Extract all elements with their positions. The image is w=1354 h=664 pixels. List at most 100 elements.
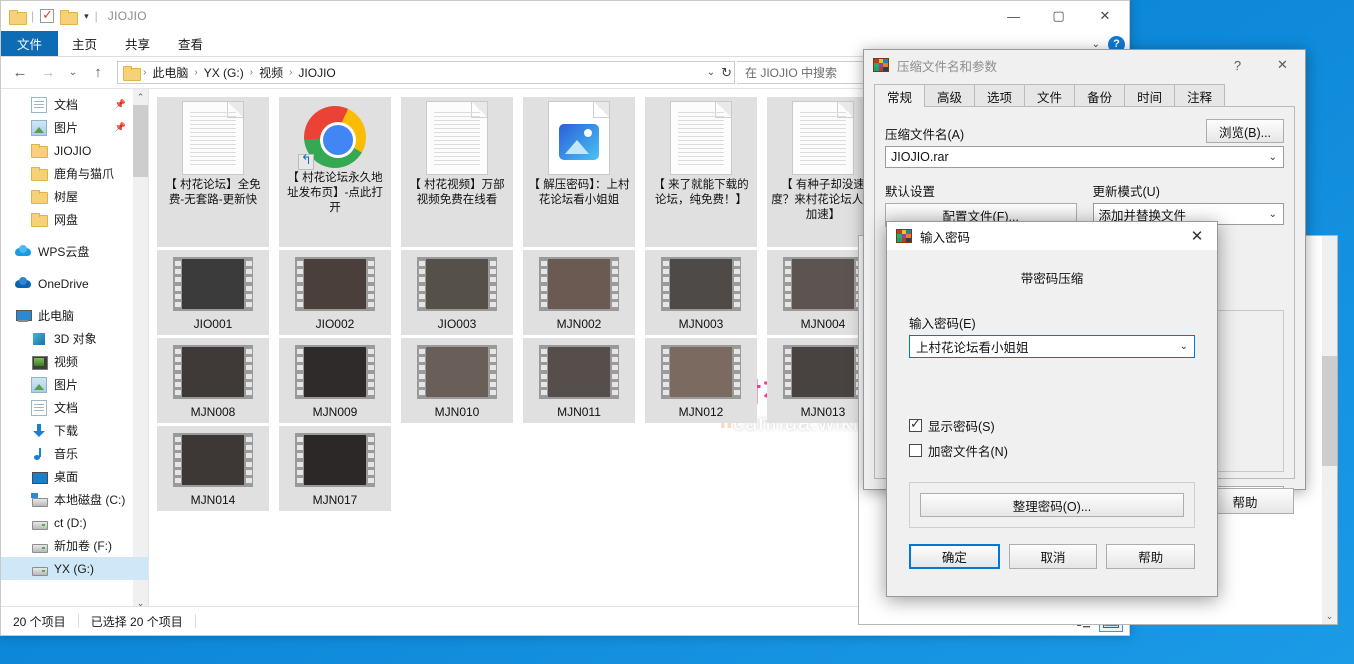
video-tile[interactable]: JIO001 [157, 250, 269, 335]
sidebar-item-yxg-19[interactable]: YX (G:) [1, 557, 148, 580]
sidebar-item-3d-9[interactable]: 3D 对象 [1, 327, 148, 350]
video-tile[interactable]: MJN010 [401, 338, 513, 423]
file-tile[interactable]: 【 村花论坛】全免费-无套路-更新快 [157, 97, 269, 247]
forward-button[interactable]: → [35, 61, 61, 85]
sidebar-item-wps-6[interactable]: WPS云盘 [1, 240, 148, 263]
sidebar-item--10[interactable]: 视频 [1, 350, 148, 373]
sidebar-item--4[interactable]: 树屋 [1, 185, 148, 208]
breadcrumb-this-pc[interactable]: 此电脑 [150, 64, 190, 81]
shortcut-arrow-icon [298, 154, 314, 170]
file-tile[interactable]: 【 村花论坛永久地址发布页】-点此打开 [279, 97, 391, 247]
sidebar-item--0[interactable]: 文档 📌 [1, 93, 148, 116]
chevron-down-icon[interactable]: ⌄ [1092, 39, 1100, 50]
breadcrumb-videos[interactable]: 视频 [257, 64, 285, 81]
sidebar-item--1[interactable]: 图片 📌 [1, 116, 148, 139]
sidebar-item--8[interactable]: 此电脑 [1, 304, 148, 327]
properties-check-icon[interactable] [40, 7, 55, 23]
tab-share[interactable]: 共享 [111, 31, 164, 56]
breadcrumb-drive[interactable]: YX (G:) [202, 66, 246, 80]
ok-button[interactable]: 确定 [909, 544, 1000, 569]
chevron-down-icon[interactable]: ⌄ [1269, 209, 1277, 220]
tab-file[interactable]: 文件 [1, 31, 59, 56]
video-tile[interactable]: MJN014 [157, 426, 269, 511]
folder-icon[interactable] [9, 9, 27, 25]
winrar-tab-时间[interactable]: 时间 [1124, 84, 1176, 107]
video-tile[interactable]: MJN008 [157, 338, 269, 423]
video-name-label: JIO003 [437, 317, 477, 331]
video-frame [670, 347, 732, 397]
organize-passwords-button[interactable]: 整理密码(O)... [920, 493, 1184, 517]
sidebar-item-label: YX (G:) [54, 561, 95, 576]
winrar-tab-高级[interactable]: 高级 [924, 84, 976, 107]
minimize-button[interactable]: — [991, 1, 1036, 31]
winrar-tab-选项[interactable]: 选项 [974, 84, 1026, 107]
video-tile[interactable]: MJN009 [279, 338, 391, 423]
sidebar-item-ctd-17[interactable]: ct (D:) [1, 511, 148, 534]
sidebar-item--14[interactable]: 音乐 [1, 442, 148, 465]
chevron-down-icon[interactable]: ⌄ [1180, 341, 1188, 352]
refresh-icon[interactable]: ↻ [721, 65, 732, 81]
video-tile[interactable]: MJN012 [645, 338, 757, 423]
sidebar-item-label: 音乐 [54, 447, 79, 461]
video-tile[interactable]: JIO003 [401, 250, 513, 335]
sidebar-item--15[interactable]: 桌面 [1, 465, 148, 488]
video-tile[interactable]: JIO002 [279, 250, 391, 335]
sidebar-item-jiojio-2[interactable]: JIOJIO [1, 139, 148, 162]
sidebar-item-c-16[interactable]: 本地磁盘 (C:) [1, 488, 148, 511]
pin-icon[interactable]: 📌 [115, 99, 126, 110]
text-document-icon [182, 101, 244, 175]
video-tile[interactable]: MJN002 [523, 250, 635, 335]
winrar-tab-注释[interactable]: 注释 [1174, 84, 1226, 107]
recent-locations-button[interactable]: ⌄ [63, 61, 83, 85]
maximize-button[interactable]: ▢ [1036, 1, 1081, 31]
sidebar-item--3[interactable]: 鹿角与猫爪 [1, 162, 148, 185]
breadcrumb-current[interactable]: JIOJIO [296, 66, 337, 80]
close-icon[interactable]: ✕ [1177, 222, 1217, 250]
sidebar-item--12[interactable]: 文档 [1, 396, 148, 419]
video-tile[interactable]: MJN017 [279, 426, 391, 511]
video-tile[interactable]: MJN003 [645, 250, 757, 335]
chevron-down-icon[interactable]: ▾ [84, 11, 89, 22]
film-perforation-right [732, 345, 741, 399]
sidebar-item--5[interactable]: 网盘 [1, 208, 148, 231]
close-button[interactable]: ✕ [1260, 50, 1305, 80]
video-frame [548, 259, 610, 309]
winrar-tab-文件[interactable]: 文件 [1024, 84, 1076, 107]
status-divider [77, 614, 79, 628]
cancel-button[interactable]: 取消 [1008, 544, 1098, 569]
close-button[interactable]: ✕ [1081, 1, 1129, 31]
tab-view[interactable]: 查看 [164, 31, 217, 56]
chevron-down-icon[interactable]: ⌄ [1269, 152, 1277, 163]
sidebar-item-label: 图片 [54, 378, 79, 392]
winrar-tab-常规[interactable]: 常规 [874, 84, 926, 107]
show-password-checkbox[interactable] [909, 416, 922, 432]
show-password-row[interactable]: 显示密码(S) [909, 416, 1195, 435]
pin-icon[interactable]: 📌 [115, 122, 126, 133]
notepad-scrollbar[interactable]: ⌄ [1322, 236, 1337, 624]
tab-home[interactable]: 主页 [58, 31, 111, 56]
password-input[interactable]: 上村花论坛看小姐姐 ⌄ [909, 335, 1195, 358]
winrar-tab-备份[interactable]: 备份 [1074, 84, 1126, 107]
encrypt-filenames-checkbox[interactable] [909, 444, 922, 457]
sidebar-item--13[interactable]: 下载 [1, 419, 148, 442]
back-button[interactable]: ← [7, 61, 33, 85]
sidebar-item--11[interactable]: 图片 [1, 373, 148, 396]
help-button[interactable]: 帮助 [1106, 544, 1196, 569]
scrollbar-thumb[interactable] [1322, 356, 1337, 466]
sidebar-item-onedrive-7[interactable]: OneDrive [1, 272, 148, 295]
chevron-down-icon[interactable]: ⌄ [707, 67, 715, 78]
encrypt-filenames-row[interactable]: 加密文件名(N) [909, 441, 1195, 460]
browse-button[interactable]: 浏览(B)... [1206, 119, 1284, 143]
sidebar-item-f-18[interactable]: 新加卷 (F:) [1, 534, 148, 557]
archive-name-input[interactable]: JIOJIO.rar ⌄ [885, 146, 1284, 168]
address-bar[interactable]: › 此电脑 › YX (G:) › 视频 › JIOJIO ⌄ ↻ [117, 61, 735, 84]
help-button[interactable]: ? [1215, 50, 1260, 80]
video-tile[interactable]: MJN011 [523, 338, 635, 423]
file-tile[interactable]: 【 村花视频】万部视频免费在线看 [401, 97, 513, 247]
scroll-down-icon[interactable]: ⌄ [1322, 608, 1337, 624]
new-folder-icon[interactable] [60, 9, 79, 25]
up-button[interactable]: ↑ [85, 61, 111, 85]
film-perforation-left [295, 433, 304, 487]
file-tile[interactable]: 【 解压密码】：上村花论坛看小姐姐 [523, 97, 635, 247]
file-tile[interactable]: 【 来了就能下载的论坛，纯免费！】 [645, 97, 757, 247]
